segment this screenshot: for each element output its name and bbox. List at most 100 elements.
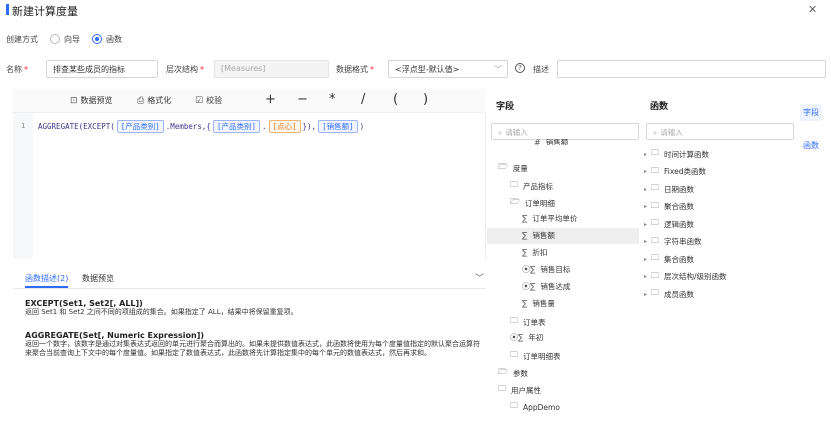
tab-data-preview[interactable]: 数据预览 <box>82 273 114 284</box>
folder-icon: 🗀 <box>651 288 660 297</box>
function-category[interactable]: ▸ 🗀 字符串函数 <box>644 235 702 249</box>
function-category-label: 集合函数 <box>664 254 695 264</box>
chevron-right-icon: ▸ <box>644 220 648 228</box>
code-field-token: [点心] <box>268 120 301 133</box>
functions-search-input[interactable]: ⌕ 请输入 <box>646 123 794 140</box>
radio-wizard-label[interactable]: 向导 <box>64 34 80 45</box>
sigma-icon: ∑ <box>522 248 528 257</box>
folder-open-icon: 🗁 <box>498 162 508 171</box>
field-item[interactable]: 🗁 度量 <box>498 161 528 175</box>
field-item-label: 参数 <box>512 368 528 378</box>
function-category[interactable]: ▸ 🗀 日期函数 <box>644 182 694 196</box>
check-button[interactable]: ☑ 校验 <box>195 95 222 106</box>
side-tab-functions[interactable]: 函数 <box>800 141 822 150</box>
function-category[interactable]: ▸ 🗀 逻辑函数 <box>644 217 694 231</box>
tab-function-desc[interactable]: 函数描述(2) <box>25 273 69 288</box>
title-accent-bar <box>6 4 9 15</box>
function-category[interactable]: ▸ 🗀 Fixed类函数 <box>644 165 706 179</box>
folder-icon: 🗀 <box>651 200 660 210</box>
code-token: . <box>261 122 267 131</box>
code-token: }), <box>302 122 317 131</box>
radio-function[interactable] <box>92 34 102 44</box>
op-lparen-button[interactable]: ( <box>393 92 398 107</box>
chevron-right-icon: ▸ <box>644 290 648 298</box>
chevron-right-icon: ▸ <box>644 150 648 158</box>
field-item-label: 度量 <box>512 163 528 173</box>
user-folder-icon: 🗀 <box>498 384 506 393</box>
field-item[interactable]: ∑ 销售额 <box>522 230 555 241</box>
function-category[interactable]: ▸ 🗀 集合函数 <box>644 252 694 266</box>
preview-button[interactable]: ⊡ 数据预览 <box>70 95 113 106</box>
code-field-token: [产品类别] <box>116 120 164 133</box>
op-rparen-button[interactable]: ) <box>423 92 428 107</box>
code-token: AGGREGATE(EXCEPT( <box>38 122 115 131</box>
code-field-token: [销售额] <box>318 120 358 133</box>
close-icon[interactable]: ✕ <box>808 3 817 16</box>
help-icon[interactable]: ? <box>515 63 525 73</box>
field-item-label: 销售额 <box>545 139 569 145</box>
field-item-label: 销售量 <box>532 299 555 308</box>
field-item[interactable]: 🗀 订单明细表 <box>510 349 561 363</box>
side-tab-fields[interactable]: 字段 <box>800 104 822 121</box>
preview-icon: ⊡ <box>70 95 78 106</box>
line-number: 1 <box>21 122 26 130</box>
desc-input[interactable] <box>557 60 826 78</box>
measure-kpi-icon: ⦿∑ <box>522 282 536 291</box>
function-category[interactable]: ▸ 🗀 聚合函数 <box>644 200 694 214</box>
desc-label: 描述 <box>533 65 549 74</box>
field-item[interactable]: 🗀 产品指标 <box>510 179 553 193</box>
function-category-label: 时间计算函数 <box>664 149 710 159</box>
op-plus-button[interactable]: + <box>265 92 276 107</box>
field-item[interactable]: ⦿∑ 年初 <box>510 332 543 343</box>
field-item[interactable]: ⦿∑ 销售目标 <box>522 264 570 275</box>
field-item-label: 年初 <box>528 333 544 342</box>
chevron-right-icon: ▸ <box>644 273 648 280</box>
field-item[interactable]: 🗀 用户属性 <box>498 383 541 397</box>
chevron-right-icon: ▸ <box>644 168 648 175</box>
chevron-down-icon[interactable]: ﹀ <box>475 271 484 284</box>
measure-kpi-icon: ⦿∑ <box>510 333 524 342</box>
code-line[interactable]: AGGREGATE(EXCEPT([产品类别] .Members,{[产品类别].… <box>38 120 364 133</box>
folder-icon: 🗀 <box>510 401 518 410</box>
selected-row-highlight <box>487 228 639 244</box>
function-category-label: 聚合函数 <box>664 202 695 211</box>
function-category-label: 逻辑函数 <box>664 219 695 229</box>
field-item-label: 销售达成 <box>540 282 571 291</box>
function-category[interactable]: ▸ 🗀 层次结构/级别函数 <box>644 270 727 284</box>
function-category[interactable]: ▸ 🗀 成员函数 <box>644 287 694 301</box>
name-input[interactable]: 排查某些成员的指标 <box>46 60 158 78</box>
field-item[interactable]: 🗁 订单明细 <box>510 196 555 210</box>
folder-open-icon: 🗁 <box>498 367 508 376</box>
format-button[interactable]: ⎙ 格式化 <box>137 95 171 106</box>
radio-function-label[interactable]: 函数 <box>106 34 122 45</box>
function-category-label: Fixed类函数 <box>664 167 706 176</box>
op-multiply-button[interactable]: * <box>329 92 336 107</box>
folder-icon: 🗀 <box>651 148 660 157</box>
op-minus-button[interactable]: − <box>297 92 308 107</box>
fields-search-input[interactable]: ⌕ 请输入 <box>491 123 639 140</box>
field-item-label: 销售额 <box>532 231 555 240</box>
function-category[interactable]: ▸ 🗀 时间计算函数 <box>644 147 709 161</box>
create-mode-row: 创建方式 向导 函数 <box>6 32 122 46</box>
field-item[interactable]: 🗀 订单表 <box>510 315 546 329</box>
field-item[interactable]: 🗀 AppDemo <box>510 400 560 414</box>
folder-icon: 🗀 <box>651 183 660 192</box>
field-item[interactable]: ⦿∑ 销售达成 <box>522 281 570 292</box>
line-gutter <box>13 113 33 259</box>
hierarchy-input: [Measures] <box>214 60 329 78</box>
field-item-label: AppDemo <box>523 402 560 412</box>
field-item[interactable]: # 销售额 <box>534 139 568 145</box>
radio-wizard[interactable] <box>50 34 60 44</box>
field-item[interactable]: ∑ 销售量 <box>522 298 555 309</box>
folder-icon: 🗀 <box>651 253 660 262</box>
dialog-title: 新建计算度量 <box>12 5 78 18</box>
field-item[interactable]: ∑ 订单平均单价 <box>522 213 577 224</box>
op-divide-button[interactable]: / <box>361 92 365 107</box>
field-item[interactable]: ∑ 折扣 <box>522 247 547 258</box>
field-item[interactable]: 🗁 参数 <box>498 366 528 380</box>
format-icon: ⎙ <box>137 95 145 106</box>
field-item-label: 用户属性 <box>511 385 541 395</box>
folder-icon: 🗀 <box>651 235 660 245</box>
format-select[interactable]: <浮点型-默认值> ﹀ <box>388 60 508 78</box>
chevron-right-icon: ▸ <box>644 255 648 263</box>
